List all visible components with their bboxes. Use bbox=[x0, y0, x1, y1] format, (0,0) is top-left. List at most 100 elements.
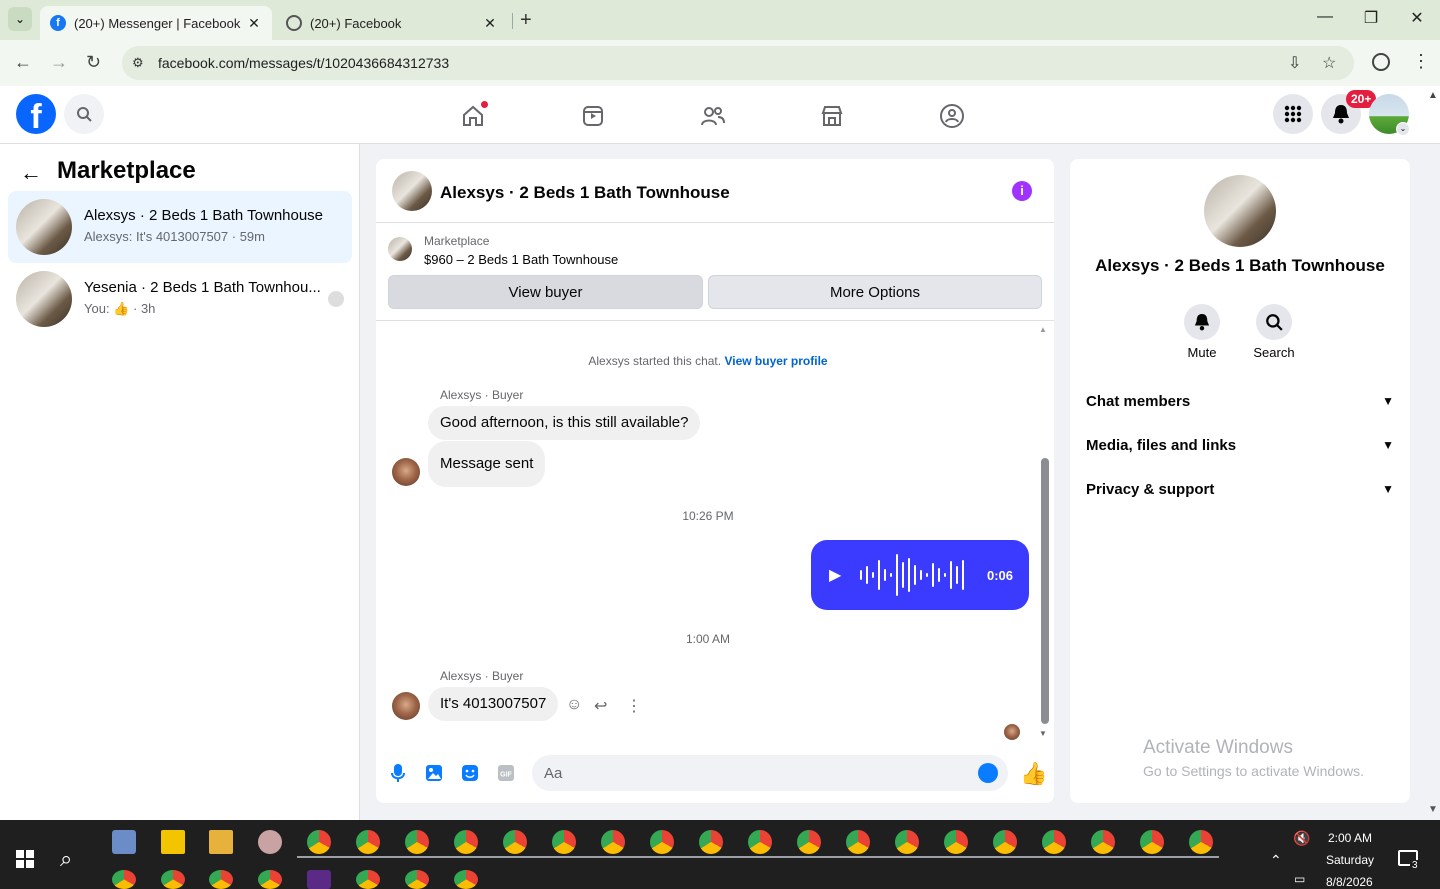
attach-photo-button[interactable] bbox=[424, 763, 444, 783]
account-chevron-icon[interactable]: ⌄ bbox=[1396, 122, 1410, 136]
chrome-profile-icon-active[interactable] bbox=[944, 830, 968, 854]
site-info-icon[interactable]: ⚙ bbox=[132, 55, 144, 71]
info-icon[interactable]: i bbox=[1012, 181, 1032, 201]
new-tab-icon[interactable]: + bbox=[520, 9, 532, 32]
chrome-profile-icon[interactable] bbox=[161, 870, 185, 889]
chrome-profile-icon[interactable] bbox=[307, 830, 331, 854]
tab-facebook[interactable]: (20+) Facebook ✕ bbox=[276, 6, 508, 40]
reply-icon[interactable]: ↩ bbox=[594, 696, 607, 716]
chrome-profile-icon[interactable] bbox=[699, 830, 723, 854]
sender-avatar[interactable] bbox=[392, 458, 420, 486]
bookmark-star-icon[interactable]: ☆ bbox=[1322, 53, 1336, 73]
more-actions-icon[interactable]: ⋮ bbox=[626, 696, 642, 716]
chrome-profile-icon[interactable] bbox=[552, 830, 576, 854]
chrome-profile-icon[interactable] bbox=[797, 830, 821, 854]
chrome-profile-icon[interactable] bbox=[1140, 830, 1164, 854]
mute-button[interactable]: Mute bbox=[1172, 304, 1232, 360]
message-bubble[interactable]: It's 4013007507 bbox=[428, 687, 559, 721]
message-bubble[interactable]: Good afternoon, is this still available? bbox=[428, 406, 701, 440]
listing-thumbnail[interactable] bbox=[388, 237, 412, 261]
browser-menu-icon[interactable]: ⋮ bbox=[1412, 51, 1430, 72]
chrome-profile-icon[interactable] bbox=[454, 870, 478, 889]
window-close-icon[interactable]: ✕ bbox=[1402, 8, 1432, 28]
scroll-down-arrow-icon[interactable]: ▼ bbox=[1428, 804, 1438, 815]
chrome-profile-icon[interactable] bbox=[258, 870, 282, 889]
more-options-button[interactable]: More Options bbox=[708, 275, 1042, 309]
taskbar-search-icon[interactable]: ⌕ bbox=[60, 846, 72, 872]
install-app-icon[interactable]: ⇩ bbox=[1288, 53, 1301, 73]
chrome-profile-icon[interactable] bbox=[748, 830, 772, 854]
chrome-profile-icon[interactable] bbox=[993, 830, 1017, 854]
privacy-support-section[interactable]: Privacy & support ▼ bbox=[1086, 471, 1394, 507]
paint-app-icon[interactable] bbox=[258, 830, 282, 854]
clock-date[interactable]: 8/8/2026 bbox=[1326, 875, 1373, 889]
scroll-up-arrow-icon[interactable]: ▲ bbox=[1039, 325, 1047, 334]
sender-avatar[interactable] bbox=[392, 692, 420, 720]
forward-icon[interactable]: → bbox=[50, 52, 68, 73]
address-bar[interactable]: ⚙ facebook.com/messages/t/10204366843127… bbox=[122, 46, 1354, 80]
voice-message[interactable]: ▶ 0:06 bbox=[811, 540, 1029, 610]
chrome-profile-icon[interactable] bbox=[356, 870, 380, 889]
video-tab[interactable] bbox=[579, 102, 607, 130]
chrome-profile-icon[interactable] bbox=[846, 830, 870, 854]
minimize-icon[interactable]: — bbox=[1310, 8, 1340, 26]
facebook-search-button[interactable] bbox=[64, 94, 104, 134]
gif-button[interactable]: GIF bbox=[496, 763, 516, 783]
chrome-profile-icon[interactable] bbox=[112, 870, 136, 889]
listing-title[interactable]: $960 – 2 Beds 1 Bath Townhouse bbox=[424, 252, 618, 267]
chrome-profile-icon[interactable] bbox=[503, 830, 527, 854]
tor-browser-icon[interactable] bbox=[307, 870, 331, 889]
play-icon[interactable]: ▶ bbox=[829, 565, 841, 585]
chrome-profile-icon[interactable] bbox=[405, 870, 429, 889]
groups-tab[interactable] bbox=[938, 102, 966, 130]
back-arrow-icon[interactable]: ← bbox=[20, 160, 42, 186]
conversation-item[interactable]: Alexsys · 2 Beds 1 Bath Townhouse Alexsy… bbox=[8, 191, 352, 263]
emoji-icon[interactable] bbox=[978, 763, 998, 783]
tab-search-dropdown[interactable]: ⌄ bbox=[8, 7, 32, 31]
close-tab-icon[interactable]: ✕ bbox=[482, 15, 498, 32]
conversation-item[interactable]: Yesenia · 2 Beds 1 Bath Townhou... You: … bbox=[8, 263, 352, 335]
search-button[interactable]: Search bbox=[1244, 304, 1304, 360]
clock-time[interactable]: 2:00 AM bbox=[1328, 831, 1372, 845]
reload-icon[interactable]: ↻ bbox=[86, 52, 101, 73]
sticker-button[interactable] bbox=[460, 763, 480, 783]
chrome-profile-icon[interactable] bbox=[209, 870, 233, 889]
url-text[interactable]: facebook.com/messages/t/1020436684312733 bbox=[158, 55, 449, 71]
chrome-profile-icon[interactable] bbox=[1189, 830, 1213, 854]
chrome-profile-icon[interactable] bbox=[895, 830, 919, 854]
chrome-profile-icon[interactable] bbox=[650, 830, 674, 854]
chat-scrollbar[interactable] bbox=[1041, 458, 1049, 724]
message-input[interactable] bbox=[532, 755, 952, 791]
view-buyer-profile-link[interactable]: View buyer profile bbox=[724, 354, 827, 368]
thumbs-up-icon[interactable]: 👍 bbox=[1020, 761, 1047, 787]
chrome-profile-icon[interactable] bbox=[601, 830, 625, 854]
file-explorer-icon[interactable] bbox=[209, 830, 233, 854]
tray-overflow-chevron-icon[interactable]: ⌃ bbox=[1270, 852, 1282, 869]
chat-members-section[interactable]: Chat members ▼ bbox=[1086, 383, 1394, 419]
conversation-avatar[interactable] bbox=[1204, 175, 1276, 247]
back-icon[interactable]: ← bbox=[14, 52, 32, 73]
scroll-down-arrow-icon[interactable]: ▼ bbox=[1039, 729, 1047, 738]
friends-tab[interactable] bbox=[699, 102, 727, 130]
menu-button[interactable] bbox=[1273, 94, 1313, 134]
chrome-profile-icon[interactable] bbox=[356, 830, 380, 854]
chat-avatar[interactable] bbox=[392, 171, 432, 211]
browser-profile-icon[interactable] bbox=[1372, 53, 1390, 71]
media-files-links-section[interactable]: Media, files and links ▼ bbox=[1086, 427, 1394, 463]
message-bubble[interactable]: Message sent bbox=[428, 441, 546, 487]
network-icon[interactable]: ▭ bbox=[1294, 872, 1305, 886]
close-tab-icon[interactable]: ✕ bbox=[246, 15, 262, 32]
tab-messenger[interactable]: f (20+) Messenger | Facebook ✕ bbox=[40, 6, 272, 40]
marketplace-tab[interactable] bbox=[818, 102, 846, 130]
chrome-profile-icon[interactable] bbox=[454, 830, 478, 854]
chrome-profile-icon[interactable] bbox=[405, 830, 429, 854]
computer-app-icon[interactable] bbox=[112, 830, 136, 854]
react-icon[interactable]: ☺ bbox=[566, 696, 582, 714]
facebook-logo-icon[interactable]: f bbox=[16, 94, 56, 136]
view-buyer-button[interactable]: View buyer bbox=[388, 275, 703, 309]
chat-title[interactable]: Alexsys · 2 Beds 1 Bath Townhouse bbox=[440, 183, 730, 203]
volume-muted-icon[interactable]: 🔇 bbox=[1293, 830, 1310, 847]
voice-clip-button[interactable] bbox=[388, 763, 408, 783]
clock-day[interactable]: Saturday bbox=[1326, 853, 1374, 867]
chrome-profile-icon[interactable] bbox=[1042, 830, 1066, 854]
